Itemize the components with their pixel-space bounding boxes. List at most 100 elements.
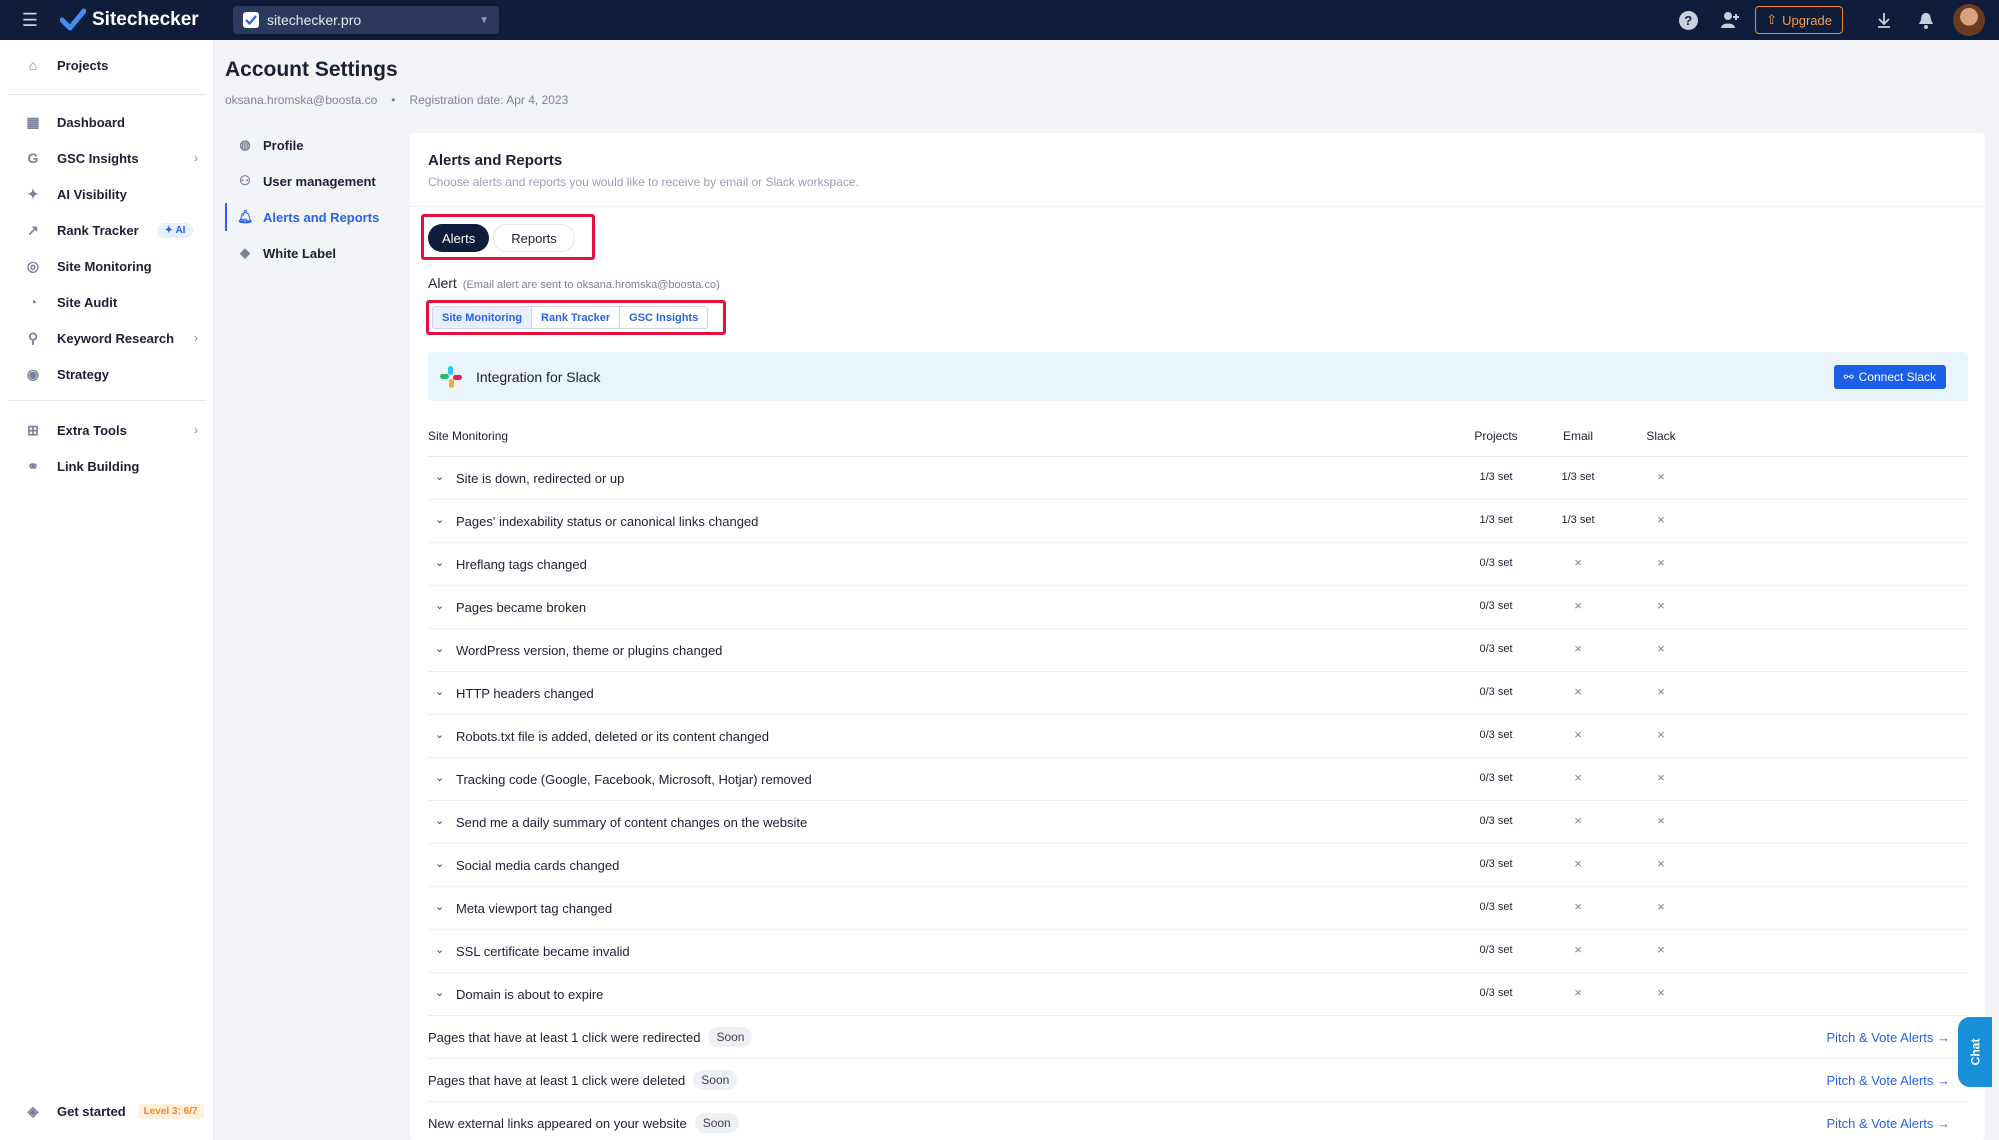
site-favicon-icon <box>243 12 259 28</box>
row-name: Robots.txt file is added, deleted or its… <box>456 729 769 744</box>
download-button[interactable] <box>1863 0 1905 40</box>
table-row[interactable]: ⌄ SSL certificate became invalid 0/3 set × × <box>428 930 1968 973</box>
table-row[interactable]: ⌄ Pages' indexability status or canonical… <box>428 500 1968 543</box>
pitch-vote-link[interactable]: Pitch & Vote Alerts → <box>1826 1030 1950 1045</box>
sidebar-item-extra-tools[interactable]: ⊞ Extra Tools › <box>0 415 214 445</box>
sidebar-item-strategy[interactable]: ◉ Strategy <box>0 359 214 389</box>
subnav-item-label: Profile <box>263 137 304 153</box>
chevron-down-icon[interactable]: ⌄ <box>435 986 444 999</box>
table-row[interactable]: ⌄ Hreflang tags changed 0/3 set × × <box>428 543 1968 586</box>
user-avatar[interactable] <box>1953 4 1985 36</box>
subnav-item-user-management[interactable]: ⚇ User management <box>225 167 405 195</box>
chevron-right-icon: › <box>194 331 198 345</box>
table-row[interactable]: ⌄ Robots.txt file is added, deleted or it… <box>428 715 1968 758</box>
chat-button[interactable]: Chat <box>1958 1017 1992 1087</box>
row-slack[interactable]: × <box>1611 770 1711 785</box>
row-slack[interactable]: × <box>1611 469 1711 484</box>
site-selector[interactable]: sitechecker.pro ▼ <box>233 6 499 34</box>
level-badge: Level 3: 6/7 <box>137 1103 204 1119</box>
chevron-down-icon: ▼ <box>479 14 489 26</box>
row-slack[interactable]: × <box>1611 942 1711 957</box>
table-row[interactable]: ⌄ Pages became broken 0/3 set × × <box>428 586 1968 629</box>
chevron-right-icon: › <box>194 151 198 165</box>
table-row[interactable]: ⌄ Domain is about to expire 0/3 set × × <box>428 973 1968 1016</box>
menu-icon[interactable]: ☰ <box>0 0 60 40</box>
row-slack[interactable]: × <box>1611 512 1711 527</box>
pitch-vote-link[interactable]: Pitch & Vote Alerts → <box>1826 1073 1950 1088</box>
add-user-button[interactable] <box>1709 0 1751 40</box>
upgrade-button[interactable]: ⇧ Upgrade <box>1755 6 1843 34</box>
table-row[interactable]: ⌄ Meta viewport tag changed 0/3 set × × <box>428 887 1968 930</box>
sidebar-item-label: Site Monitoring <box>57 258 152 274</box>
notifications-button[interactable] <box>1905 0 1947 40</box>
sidebar-item-dashboard[interactable]: ▦ Dashboard <box>0 107 214 137</box>
row-name: Domain is about to expire <box>456 987 604 1002</box>
table-row[interactable]: ⌄ WordPress version, theme or plugins cha… <box>428 629 1968 672</box>
row-slack[interactable]: × <box>1611 684 1711 699</box>
chevron-down-icon[interactable]: ⌄ <box>435 943 444 956</box>
sidebar-item-label: Extra Tools <box>57 422 127 438</box>
chevron-down-icon[interactable]: ⌄ <box>435 857 444 870</box>
sidebar-item-get-started[interactable]: ◈ Get started Level 3: 6/7 <box>0 1096 214 1126</box>
row-name: Meta viewport tag changed <box>456 901 613 916</box>
subnav-item-label: Alerts and Reports <box>263 209 380 225</box>
help-button[interactable]: ? <box>1667 0 1709 40</box>
chevron-down-icon[interactable]: ⌄ <box>435 470 444 483</box>
table-row[interactable]: ⌄ Send me a daily summary of content chan… <box>428 801 1968 844</box>
sidebar-item-site-monitoring[interactable]: ◎ Site Monitoring <box>0 251 214 281</box>
chevron-down-icon[interactable]: ⌄ <box>435 685 444 698</box>
sidebar-item-label: Get started <box>57 1103 126 1119</box>
upcoming-alert: New external links appeared on your webs… <box>428 1113 739 1133</box>
row-slack[interactable]: × <box>1611 727 1711 742</box>
tools-icon: ⊞ <box>27 421 39 438</box>
sidebar: ⌂ Projects ▦ Dashboard G GSC Insights › … <box>0 40 214 1140</box>
table-row[interactable]: ⌄ Social media cards changed 0/3 set × × <box>428 844 1968 887</box>
chevron-down-icon[interactable]: ⌄ <box>435 599 444 612</box>
sidebar-item-gsc-insights[interactable]: G GSC Insights › <box>0 143 214 173</box>
chevron-down-icon[interactable]: ⌄ <box>435 814 444 827</box>
sidebar-item-link-building[interactable]: ⚭ Link Building <box>0 451 214 481</box>
sidebar-item-keyword-research[interactable]: ⚲ Keyword Research › <box>0 323 214 353</box>
bell-icon: 🔔︎ <box>237 209 254 224</box>
chevron-right-icon: › <box>194 423 198 437</box>
table-row[interactable]: ⌄ HTTP headers changed 0/3 set × × <box>428 672 1968 715</box>
row-name: SSL certificate became invalid <box>456 944 630 959</box>
row-slack[interactable]: × <box>1611 899 1711 914</box>
chevron-down-icon[interactable]: ⌄ <box>435 728 444 741</box>
row-slack[interactable]: × <box>1611 598 1711 613</box>
chevron-down-icon[interactable]: ⌄ <box>435 642 444 655</box>
row-slack[interactable]: × <box>1611 555 1711 570</box>
sidebar-item-ai-visibility[interactable]: ✦ AI Visibility <box>0 179 214 209</box>
chevron-down-icon[interactable]: ⌄ <box>435 513 444 526</box>
add-user-icon <box>1721 12 1740 28</box>
subnav-item-alerts-and-reports[interactable]: 🔔︎ Alerts and Reports <box>225 203 405 231</box>
row-name: Pages that have at least 1 click were re… <box>428 1029 701 1045</box>
row-slack[interactable]: × <box>1611 985 1711 1000</box>
row-slack[interactable]: × <box>1611 813 1711 828</box>
download-icon <box>1878 13 1890 28</box>
row-name: HTTP headers changed <box>456 686 594 701</box>
chevron-down-icon[interactable]: ⌄ <box>435 556 444 569</box>
upgrade-label: Upgrade <box>1782 12 1832 28</box>
row-name: Social media cards changed <box>456 858 620 873</box>
sidebar-item-label: Strategy <box>57 366 110 382</box>
subnav-item-white-label[interactable]: ◆ White Label <box>225 239 405 267</box>
row-slack[interactable]: × <box>1611 856 1711 871</box>
sidebar-item-rank-tracker[interactable]: ↗ Rank Tracker ✦ AI <box>0 215 214 245</box>
pitch-vote-link[interactable]: Pitch & Vote Alerts → <box>1826 1116 1950 1131</box>
alerts-table: Site Monitoring Projects Email Slack ⌄ Si… <box>410 133 1985 1140</box>
row-name: Tracking code (Google, Facebook, Microso… <box>456 772 812 787</box>
brand-logo[interactable]: Sitechecker <box>60 7 225 33</box>
table-row[interactable]: ⌄ Site is down, redirected or up 1/3 set 1/… <box>428 457 1968 500</box>
sidebar-item-site-audit[interactable]: ◔ Site Audit <box>0 287 214 317</box>
subnav-item-profile[interactable]: ◍ Profile <box>225 131 405 159</box>
chevron-down-icon[interactable]: ⌄ <box>435 900 444 913</box>
chevron-down-icon[interactable]: ⌄ <box>435 771 444 784</box>
sidebar-item-label: Site Audit <box>57 294 118 310</box>
sidebar-item-label: GSC Insights <box>57 150 139 166</box>
column-header-name: Site Monitoring <box>428 429 509 443</box>
row-slack[interactable]: × <box>1611 641 1711 656</box>
sidebar-item-projects[interactable]: ⌂ Projects <box>0 50 214 80</box>
users-icon: ⚇ <box>239 173 251 188</box>
table-row[interactable]: ⌄ Tracking code (Google, Facebook, Micros… <box>428 758 1968 801</box>
